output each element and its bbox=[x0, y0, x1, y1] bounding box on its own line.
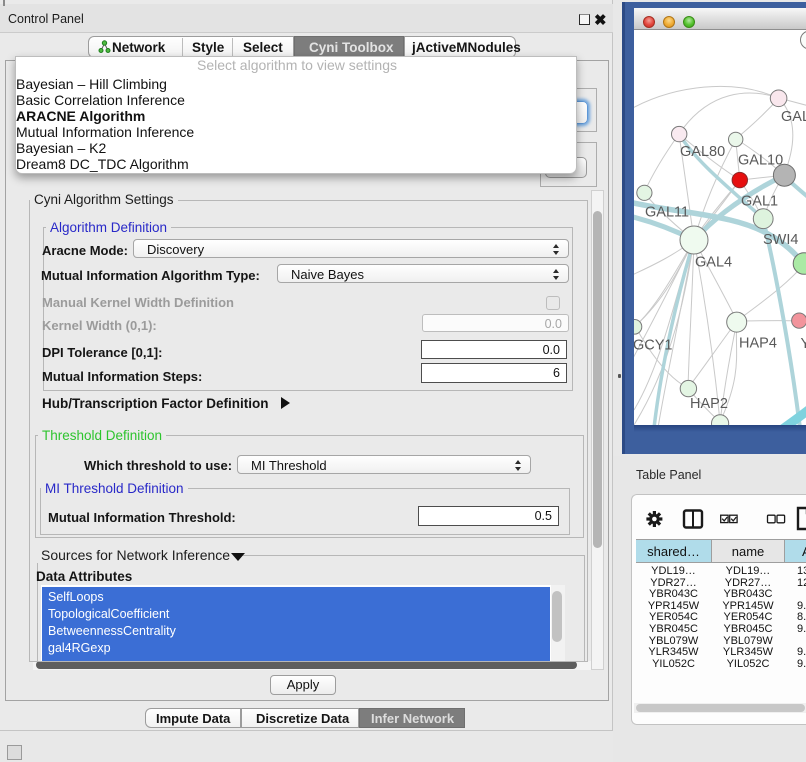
svg-text:YJ: YJ bbox=[801, 336, 806, 352]
svg-text:GAL1: GAL1 bbox=[741, 194, 778, 210]
svg-text:GAL4: GAL4 bbox=[695, 255, 732, 271]
svg-text:GAL80: GAL80 bbox=[680, 144, 725, 160]
svg-text:GAL10: GAL10 bbox=[738, 153, 783, 169]
svg-text:HAP4: HAP4 bbox=[739, 336, 777, 352]
svg-text:GCY1: GCY1 bbox=[634, 338, 673, 354]
svg-text:GAL2: GAL2 bbox=[781, 109, 806, 125]
svg-text:SWI4: SWI4 bbox=[763, 232, 798, 248]
svg-text:GAL11: GAL11 bbox=[645, 205, 689, 221]
svg-text:HAP2: HAP2 bbox=[690, 396, 728, 412]
